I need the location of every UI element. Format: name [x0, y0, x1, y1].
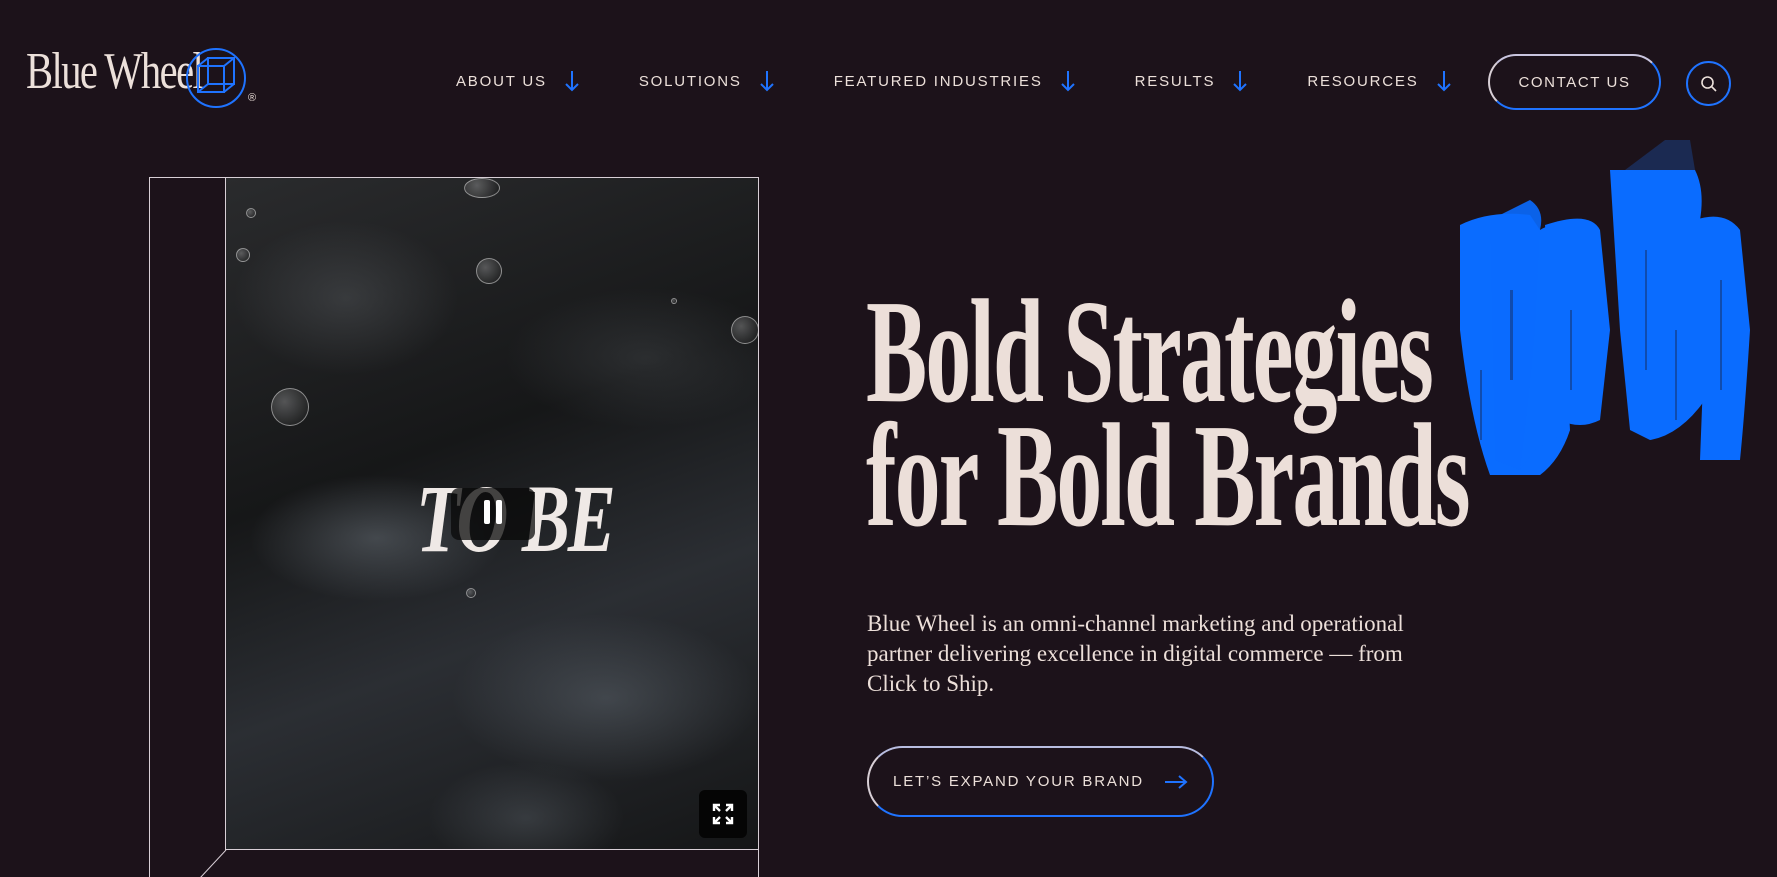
hero-title-line-2: for Bold Brands [866, 394, 1471, 558]
cube-circle-icon [186, 48, 246, 108]
arrow-down-icon [565, 71, 579, 92]
bubble [476, 258, 502, 284]
hero-video[interactable]: TO BE [225, 177, 759, 850]
nav-item-about-us[interactable]: ABOUT US [456, 70, 579, 92]
search-icon [1700, 75, 1717, 92]
fullscreen-icon [712, 803, 734, 825]
bubble [246, 208, 256, 218]
nav-item-label: FEATURED INDUSTRIES [833, 72, 1043, 90]
registered-mark: ® [248, 92, 257, 104]
pause-button[interactable] [451, 488, 535, 540]
nav-item-results[interactable]: RESULTS [1135, 70, 1248, 92]
contact-us-label: CONTACT US [1518, 73, 1631, 91]
nav-item-resources[interactable]: RESOURCES [1307, 70, 1451, 92]
expand-brand-label: LET’S EXPAND YOUR BRAND [893, 773, 1144, 790]
main-nav: ABOUT US SOLUTIONS FEATURED INDUSTRIES R… [456, 70, 1511, 92]
brush-stroke-graphic [1460, 140, 1750, 475]
nav-item-label: RESULTS [1134, 72, 1216, 90]
arrow-down-icon [759, 71, 774, 92]
nav-item-label: SOLUTIONS [638, 72, 742, 90]
hero-description: Blue Wheel is an omni-channel marketing … [867, 611, 1404, 696]
contact-us-button[interactable]: CONTACT US [1488, 54, 1661, 110]
expand-brand-button[interactable]: LET’S EXPAND YOUR BRAND [867, 746, 1214, 817]
arrow-down-icon [1233, 71, 1248, 92]
bubble [466, 588, 476, 598]
bubble [464, 178, 500, 198]
frame-corner-line [200, 850, 227, 877]
fullscreen-button[interactable] [699, 790, 747, 838]
arrow-right-icon [1164, 774, 1188, 789]
nav-item-solutions[interactable]: SOLUTIONS [639, 70, 774, 92]
logo-text: Blue Wheel [26, 43, 204, 100]
arrow-down-icon [1060, 71, 1075, 92]
nav-item-featured-industries[interactable]: FEATURED INDUSTRIES [834, 70, 1075, 92]
logo[interactable]: Blue Wheel ® [26, 43, 256, 108]
nav-item-label: ABOUT US [456, 72, 547, 90]
bubble [271, 388, 309, 426]
bubble [731, 316, 758, 344]
arrow-down-icon [1436, 71, 1451, 92]
hero-title: Bold Strategies for Bold Brands [866, 278, 1471, 550]
bubble [671, 298, 677, 304]
pause-icon [481, 499, 505, 529]
search-button[interactable] [1686, 61, 1731, 106]
nav-item-label: RESOURCES [1307, 72, 1419, 90]
bubble [236, 248, 250, 262]
